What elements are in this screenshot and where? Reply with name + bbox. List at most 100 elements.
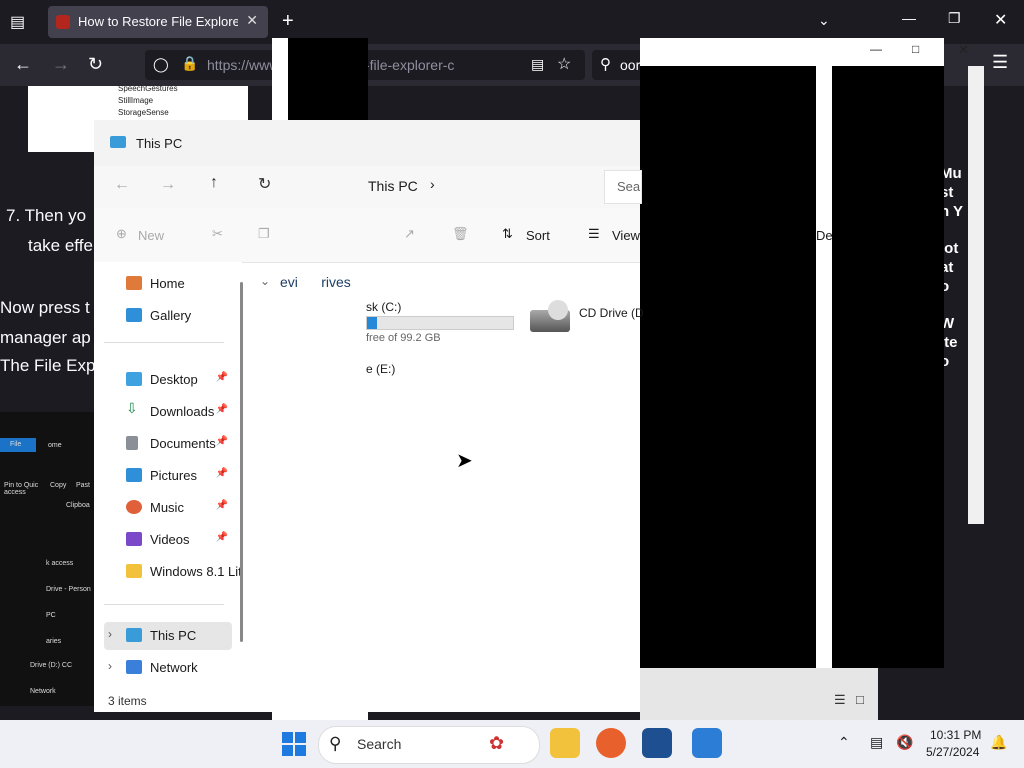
details-button[interactable]: De: [816, 228, 833, 243]
chevron-right-icon[interactable]: ›: [108, 659, 112, 673]
delete-icon[interactable]: 🗑: [452, 226, 469, 242]
nav-item: aries: [46, 638, 62, 645]
file-explorer-taskbar-icon[interactable]: [550, 728, 580, 758]
close-window-icon[interactable]: ✕: [958, 42, 969, 58]
sidebar-item-music[interactable]: Music 📌: [104, 494, 232, 522]
volume-icon[interactable]: 🔇: [896, 734, 913, 751]
sidebar-item-home[interactable]: Home: [104, 270, 232, 298]
tab-list-icon[interactable]: ▤: [10, 12, 25, 32]
virtualbox-taskbar-icon[interactable]: [642, 728, 672, 758]
browser-tab[interactable]: How to Restore File Explorer's C ✕: [48, 6, 268, 38]
pin-icon[interactable]: 📌: [216, 404, 228, 415]
site-favicon: [56, 15, 70, 29]
new-tab-icon[interactable]: +: [282, 10, 294, 33]
drive-e-label[interactable]: e (E:): [366, 362, 395, 376]
sidebar-item-pictures[interactable]: Pictures 📌: [104, 462, 232, 490]
tree-item: SpeechGestures: [118, 84, 178, 93]
sidebar-item-this-pc[interactable]: › This PC: [104, 622, 232, 650]
clock-time[interactable]: 10:31 PM: [930, 728, 981, 742]
file-explorer-window: This PC ← → ↑ ↻ This PC › Sea ⊕ New ✂ ❐ …: [94, 120, 644, 712]
view-icon[interactable]: ☰: [588, 226, 600, 242]
forward-icon[interactable]: →: [52, 54, 70, 75]
clipboard-label: Clipboa: [66, 502, 90, 509]
back-icon[interactable]: ←: [14, 54, 32, 75]
minimize-icon[interactable]: —: [902, 10, 916, 26]
back-icon[interactable]: ←: [114, 176, 130, 194]
pin-icon[interactable]: 📌: [216, 372, 228, 383]
item-count: 3 items: [108, 694, 147, 708]
firefox-taskbar-icon[interactable]: [596, 728, 626, 758]
notification-bell-icon[interactable]: 🔔: [990, 734, 1007, 751]
sidebar-item-windows-81[interactable]: Windows 8.1 Lit: [104, 558, 242, 586]
chevron-right-icon[interactable]: ›: [430, 176, 435, 192]
drive-c-label: sk (C:): [366, 300, 402, 314]
paragraph-line: manager ap: [0, 328, 91, 347]
home-tab: ome: [48, 442, 62, 449]
cut-icon[interactable]: ✂: [212, 226, 223, 242]
search-text[interactable]: oor: [620, 57, 640, 73]
folder-icon: [126, 564, 142, 578]
close-tab-icon[interactable]: ✕: [246, 12, 258, 29]
tiles-view-icon[interactable]: □: [856, 692, 864, 707]
sidebar-item-downloads[interactable]: ⇩ Downloads 📌: [104, 398, 232, 426]
chevron-up-icon[interactable]: ⌃: [838, 734, 850, 751]
network-icon[interactable]: ▤: [870, 734, 883, 751]
chevron-right-icon[interactable]: ›: [108, 627, 112, 641]
explorer-search-box[interactable]: Sea: [604, 170, 642, 204]
explorer-address-toolbar: ← → ↑ ↻ This PC › Sea: [94, 166, 642, 208]
pin-icon[interactable]: 📌: [216, 468, 228, 479]
nav-item: PC: [46, 612, 56, 619]
sidebar-item-videos[interactable]: Videos 📌: [104, 526, 232, 554]
explorer-title-bar: This PC: [94, 120, 640, 166]
sidebar-item-gallery[interactable]: Gallery: [104, 302, 232, 330]
up-icon[interactable]: ↑: [210, 174, 218, 192]
cd-drive-item[interactable]: CD Drive (D: [528, 300, 644, 344]
sidebar-item-documents[interactable]: Documents 📌: [104, 430, 232, 458]
page-scrollbar[interactable]: [968, 66, 984, 524]
sort-icon[interactable]: ⇅: [502, 226, 513, 242]
copy-icon[interactable]: ❐: [258, 226, 270, 242]
sort-button[interactable]: Sort: [526, 228, 550, 243]
tab-title: How to Restore File Explorer's C: [78, 14, 238, 29]
restore-icon[interactable]: ❐: [948, 10, 961, 27]
sidebar-item-desktop[interactable]: Desktop 📌: [104, 366, 232, 394]
reload-icon[interactable]: ↻: [88, 54, 103, 75]
chevron-down-icon[interactable]: ⌄: [818, 12, 830, 29]
start-button[interactable]: [282, 732, 306, 756]
clock-date[interactable]: 5/27/2024: [926, 745, 979, 759]
paragraph-line: The File Exp: [0, 356, 96, 375]
menu-icon[interactable]: ☰: [992, 52, 1008, 73]
sidebar-scrollbar[interactable]: [240, 282, 243, 642]
pictures-icon: [126, 468, 142, 482]
section-header[interactable]: evi rives: [280, 274, 351, 290]
bookmark-star-icon[interactable]: ☆: [557, 54, 571, 74]
new-icon[interactable]: ⊕: [116, 226, 127, 242]
view-button[interactable]: View: [612, 228, 640, 243]
pin-icon[interactable]: 📌: [216, 500, 228, 511]
chevron-down-icon[interactable]: ⌄: [260, 274, 270, 288]
minimize-icon[interactable]: —: [870, 42, 882, 56]
tree-item: StorageSense: [118, 108, 169, 117]
pin-icon[interactable]: 📌: [216, 436, 228, 447]
storage-bar: [366, 316, 514, 330]
music-icon: [126, 500, 142, 514]
refresh-icon[interactable]: ↻: [258, 174, 271, 194]
app-taskbar-icon[interactable]: [692, 728, 722, 758]
breadcrumb[interactable]: This PC: [368, 178, 418, 194]
cd-disc-icon: [548, 300, 568, 320]
share-icon[interactable]: ↗: [404, 226, 415, 242]
pin-icon[interactable]: 📌: [216, 532, 228, 543]
sidebar-item-network[interactable]: › Network: [104, 654, 232, 682]
shield-icon[interactable]: ◯: [153, 56, 169, 73]
navigation-pane: Home Gallery Desktop 📌 ⇩ Downloads 📌 Doc…: [94, 262, 243, 690]
new-button[interactable]: New: [138, 228, 164, 243]
drive-c-item[interactable]: sk (C:) free of 99.2 GB: [280, 300, 520, 344]
maximize-icon[interactable]: □: [912, 42, 919, 56]
videos-icon: [126, 532, 142, 546]
taskbar-search[interactable]: ⚲ Search ✿: [318, 726, 540, 764]
reader-view-icon[interactable]: ▤: [531, 56, 544, 73]
forward-icon[interactable]: →: [160, 176, 176, 194]
details-view-icon[interactable]: ☰: [834, 692, 846, 708]
close-window-icon[interactable]: ✕: [994, 10, 1007, 30]
lock-icon[interactable]: 🔒: [181, 55, 198, 72]
